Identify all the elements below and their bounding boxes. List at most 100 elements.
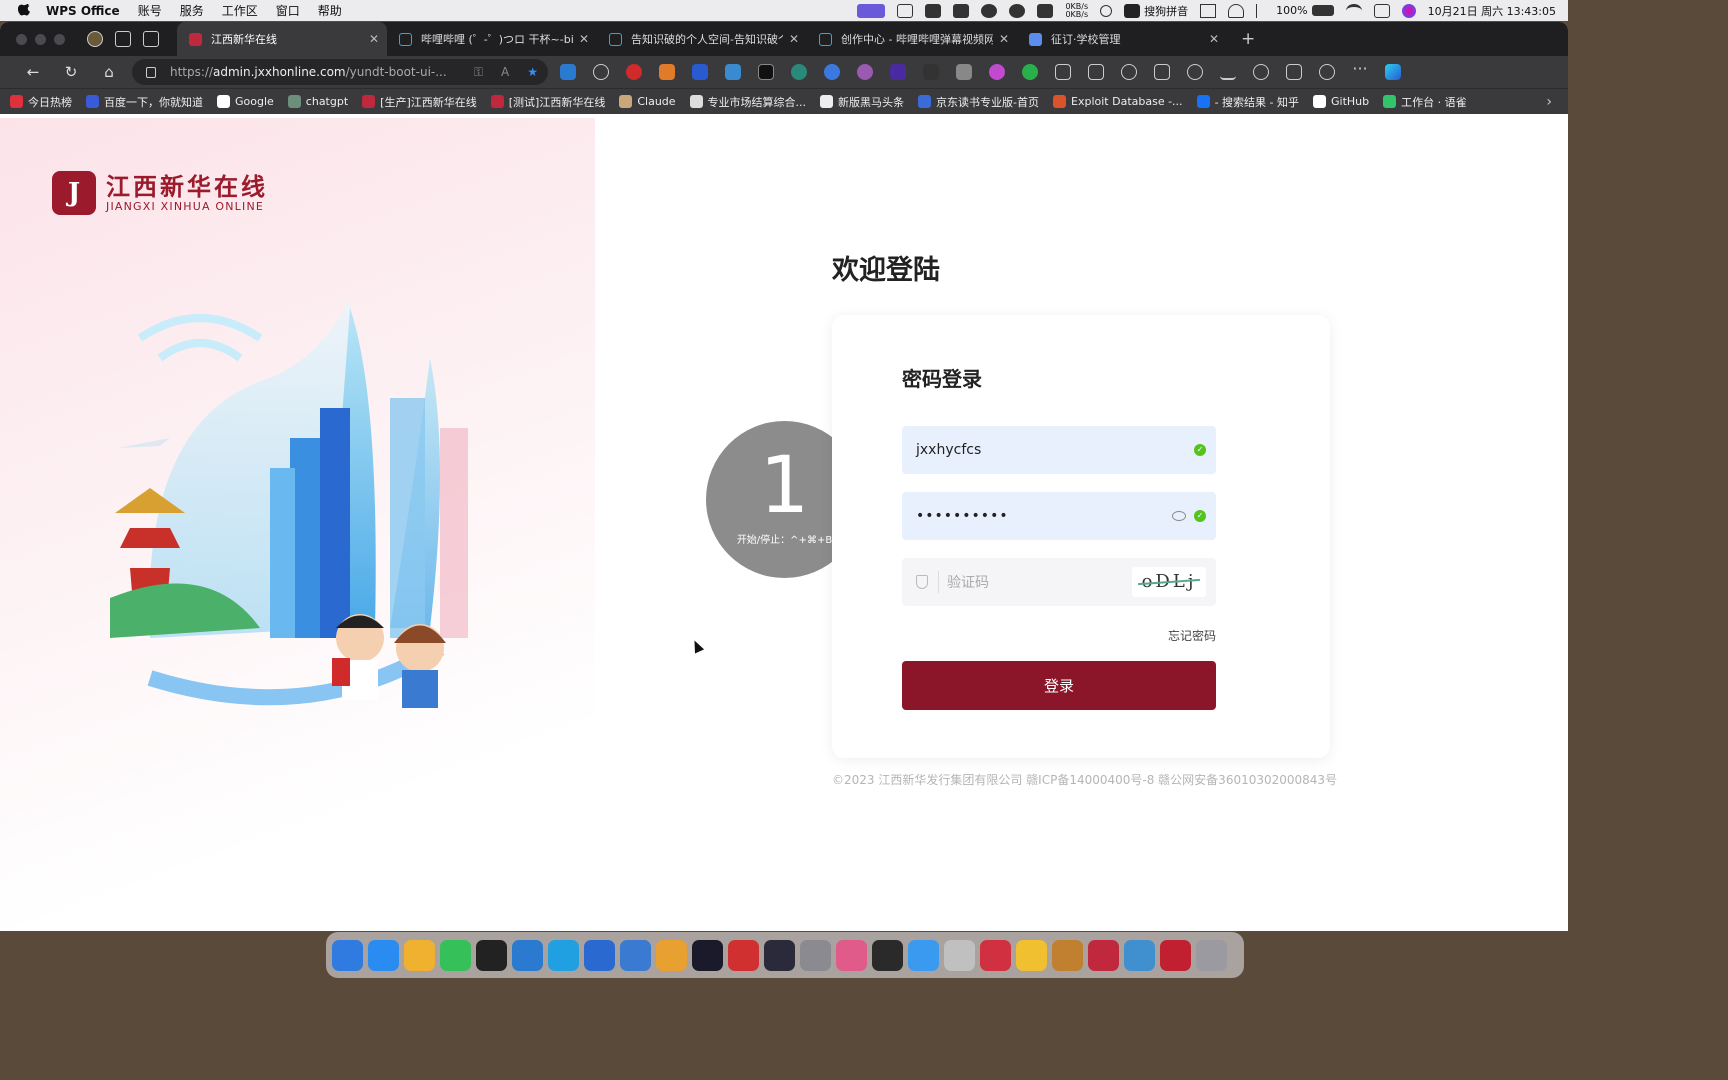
favorites-icon[interactable]	[1121, 64, 1137, 80]
dock-app-icon[interactable]	[836, 939, 867, 971]
tray-app-icon[interactable]	[897, 3, 914, 18]
extension-icon[interactable]	[956, 64, 972, 80]
bookmark-item[interactable]: Exploit Database -...	[1053, 95, 1183, 108]
home-icon[interactable]: ⌂	[90, 63, 128, 81]
bookmark-item[interactable]: Claude	[619, 95, 676, 108]
address-bar[interactable]: https://admin.jxxhonline.com/yundt-boot-…	[132, 59, 548, 85]
new-tab-button[interactable]: +	[1241, 29, 1255, 49]
screenshot-icon[interactable]	[1286, 64, 1302, 80]
battery-indicator[interactable]: 100%	[1276, 4, 1334, 17]
dock-app-icon[interactable]	[1016, 939, 1047, 971]
extension-icon[interactable]	[758, 64, 774, 80]
bookmark-item[interactable]: 专业市场结算综合...	[689, 94, 806, 110]
tab-jxxh[interactable]: 江西新华在线 ✕	[177, 22, 387, 56]
clock[interactable]: 10月21日 周六 13:43:05	[1428, 3, 1556, 19]
bookmark-item[interactable]: 今日热榜	[10, 94, 72, 110]
metamask-icon[interactable]	[659, 64, 675, 80]
dock-app-icon[interactable]	[620, 939, 651, 971]
menu-item-account[interactable]: 账号	[138, 2, 162, 19]
extension-icon[interactable]	[824, 64, 840, 80]
tray-app-icon[interactable]	[981, 3, 998, 18]
grid-icon[interactable]	[1200, 3, 1217, 18]
dock-app-icon[interactable]	[908, 939, 939, 971]
dock-app-icon[interactable]	[512, 939, 543, 971]
ime-indicator[interactable]: 搜狗拼音	[1124, 3, 1188, 19]
key-icon[interactable]: ⚿	[474, 65, 483, 80]
bookmark-item[interactable]: chatgpt	[287, 95, 348, 108]
siri-icon[interactable]	[1401, 3, 1416, 18]
history-icon[interactable]	[1187, 64, 1203, 80]
extension-icon[interactable]	[593, 64, 609, 80]
tray-app-icon[interactable]	[925, 3, 942, 18]
close-tab-icon[interactable]: ✕	[999, 32, 1009, 46]
tray-app-icon[interactable]	[1037, 3, 1054, 18]
headphones-icon[interactable]	[1228, 3, 1245, 18]
bookmark-item[interactable]: GitHub	[1313, 95, 1369, 108]
dock-app-icon[interactable]	[872, 939, 903, 971]
bookmark-item[interactable]: 百度一下，你就知道	[86, 94, 203, 110]
screen-record-icon[interactable]	[857, 3, 886, 18]
extension-icon[interactable]	[923, 64, 939, 80]
read-aloud-icon[interactable]: A	[501, 65, 509, 79]
dock-app-icon[interactable]	[1196, 939, 1227, 971]
dock-app-icon[interactable]	[944, 939, 975, 971]
menu-app-name[interactable]: WPS Office	[46, 4, 120, 18]
dock-app-icon[interactable]	[800, 939, 831, 971]
profile-avatar[interactable]	[87, 31, 103, 47]
bluetooth-icon[interactable]	[1256, 3, 1264, 18]
username-field[interactable]: jxxhycfcs ✓	[902, 426, 1216, 474]
captcha-image[interactable]: oDLj	[1132, 567, 1206, 597]
extension-icon[interactable]	[890, 64, 906, 80]
dock-app-icon[interactable]	[1088, 939, 1119, 971]
close-tab-icon[interactable]: ✕	[579, 32, 589, 46]
dock-app-icon[interactable]	[764, 939, 795, 971]
dock-app-icon[interactable]	[440, 939, 471, 971]
dock-app-icon[interactable]	[404, 939, 435, 971]
apple-icon[interactable]	[18, 3, 32, 18]
tab-actions-icon[interactable]	[143, 31, 159, 47]
bookmark-item[interactable]: 新版黑马头条	[820, 94, 904, 110]
favorite-star-icon[interactable]: ★	[527, 65, 538, 79]
bookmark-item[interactable]: - 搜索结果 - 知乎	[1196, 94, 1299, 110]
dock-app-icon[interactable]	[1052, 939, 1083, 971]
menu-item-workspace[interactable]: 工作区	[222, 2, 258, 19]
dock-app-icon[interactable]	[692, 939, 723, 971]
menu-item-window[interactable]: 窗口	[276, 2, 300, 19]
eye-off-icon[interactable]	[1172, 511, 1186, 521]
bookmark-item[interactable]: [测试]江西新华在线	[490, 94, 605, 110]
collections-icon[interactable]	[1154, 64, 1170, 80]
more-menu-icon[interactable]: ···	[1352, 61, 1368, 80]
dock-app-icon[interactable]	[728, 939, 759, 971]
tab-bilibili[interactable]: 哔哩哔哩 (゜-゜)つロ 干杯~-bili ✕	[387, 22, 597, 56]
close-tab-icon[interactable]: ✕	[369, 32, 379, 46]
bookmark-item[interactable]: 工作台 · 语雀	[1383, 94, 1467, 110]
dock-app-icon[interactable]	[548, 939, 579, 971]
extension-icon[interactable]	[725, 64, 741, 80]
captcha-input[interactable]: 验证码	[947, 572, 1132, 592]
browser-essentials-icon[interactable]	[1319, 64, 1335, 80]
bookmark-item[interactable]: Google	[217, 95, 274, 108]
dock-app-icon[interactable]	[980, 939, 1011, 971]
tab-bilibili-creator[interactable]: 创作中心 - 哔哩哔哩弹幕视频网 ✕	[807, 22, 1017, 56]
menu-item-service[interactable]: 服务	[180, 2, 204, 19]
workspaces-icon[interactable]	[115, 31, 131, 47]
minimize-window-button[interactable]	[35, 33, 46, 45]
extension-icon[interactable]	[791, 64, 807, 80]
dock-app-icon[interactable]	[584, 939, 615, 971]
search-icon[interactable]	[1100, 4, 1113, 17]
dock-app-icon[interactable]	[368, 939, 399, 971]
split-screen-icon[interactable]	[1088, 64, 1104, 80]
maximize-window-button[interactable]	[54, 33, 65, 45]
wifi-icon[interactable]	[1345, 3, 1362, 18]
dock-app-icon[interactable]	[656, 939, 687, 971]
extension-icon[interactable]	[857, 64, 873, 80]
download-icon[interactable]	[1220, 64, 1236, 80]
extension-icon[interactable]	[1022, 64, 1038, 80]
extension-icon[interactable]	[989, 64, 1005, 80]
dock-app-icon[interactable]	[476, 939, 507, 971]
password-field[interactable]: •••••••••• ✓	[902, 492, 1216, 540]
control-center-icon[interactable]	[1373, 3, 1390, 18]
bookmarks-overflow-icon[interactable]: ›	[1546, 94, 1552, 110]
login-button[interactable]: 登录	[902, 661, 1216, 710]
forgot-password-link[interactable]: 忘记密码	[1168, 627, 1216, 644]
